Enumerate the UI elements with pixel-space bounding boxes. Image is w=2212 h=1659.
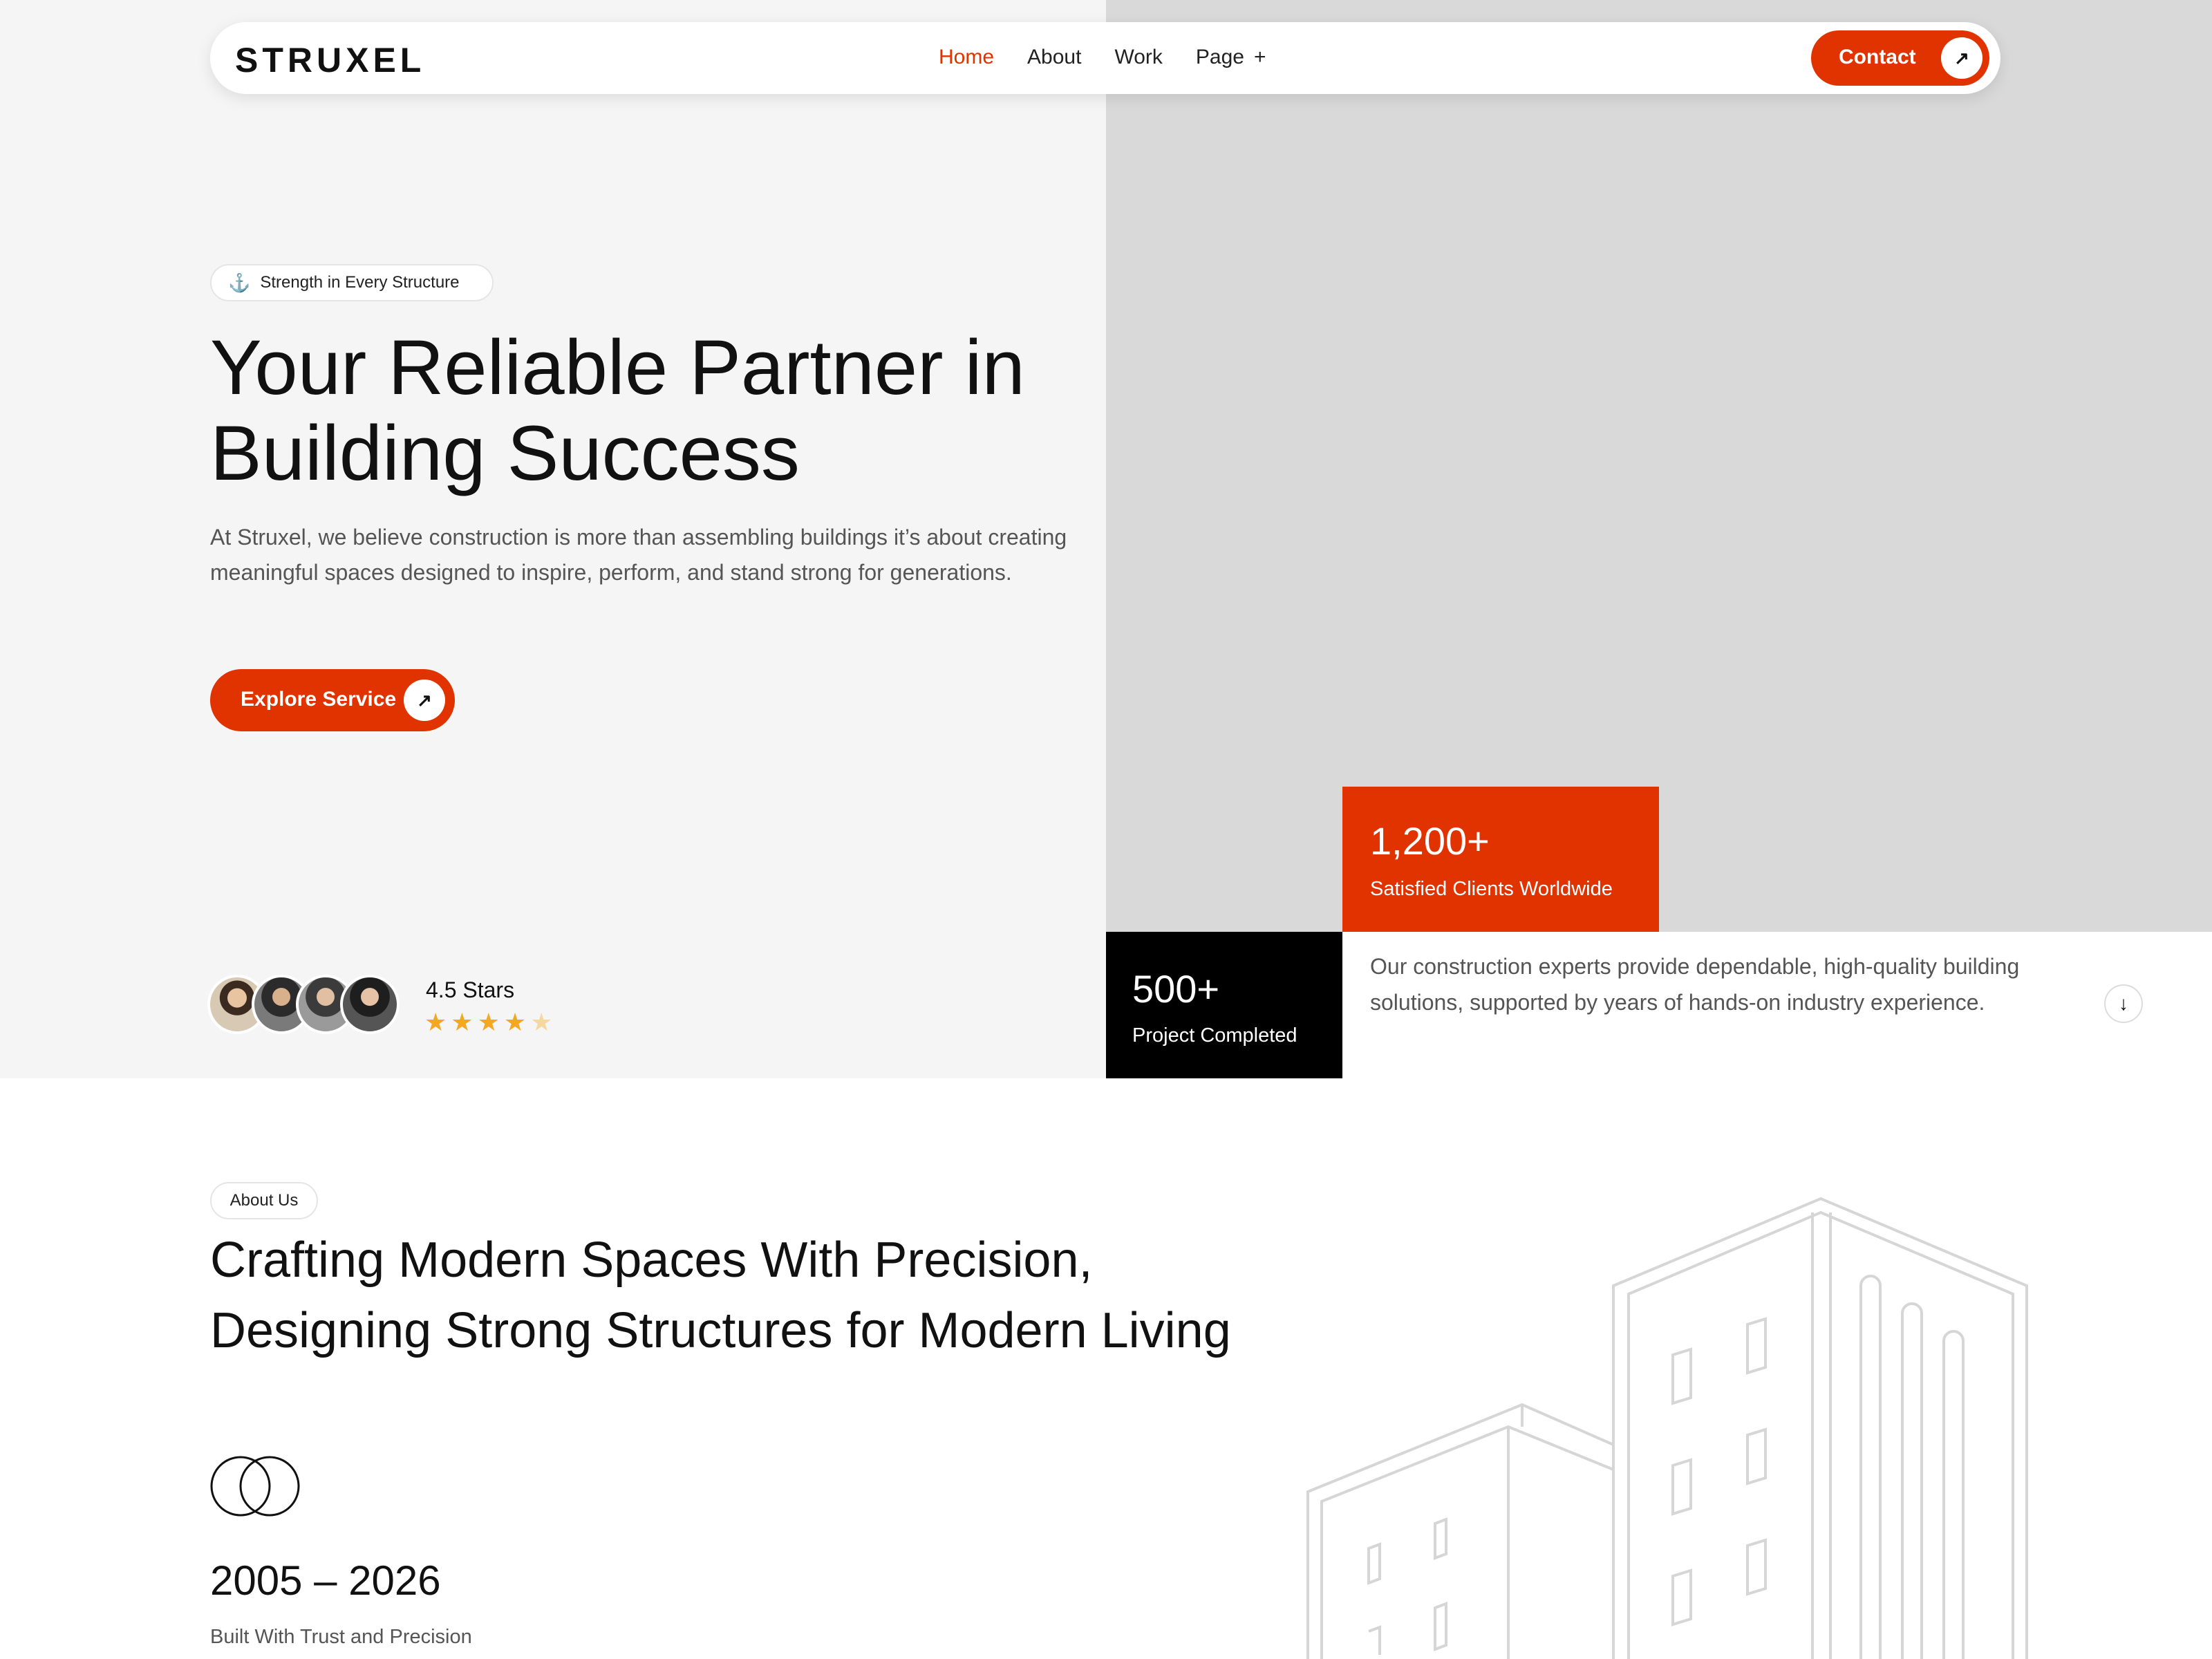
explore-service-label: Explore Service xyxy=(241,688,397,711)
clients-stat: 1,200+ Satisfied Clients Worldwide xyxy=(1342,787,1659,932)
about-tag-label: About Us xyxy=(229,1191,299,1210)
hero-title: Your Reliable Partner in Building Succes… xyxy=(210,325,1109,496)
years-range: 2005 – 2026 xyxy=(210,1557,441,1604)
nav-page-label: Page xyxy=(1195,46,1244,68)
hero-tag: ⚓ Strength in Every Structure xyxy=(210,264,494,301)
star-icon: ★ xyxy=(424,1008,447,1036)
building-outline-illustration xyxy=(1306,1197,2028,1659)
hero-description: At Struxel, we believe construction is m… xyxy=(210,525,1067,585)
contact-button[interactable]: Contact ↗ xyxy=(1811,30,1989,86)
hero-tag-label: Strength in Every Structure xyxy=(260,273,460,292)
projects-stat-value: 500+ xyxy=(1132,967,1220,1011)
hero-image-placeholder xyxy=(1106,0,2212,932)
navbar: STRUXEL Home About Work Page + Contact ↗ xyxy=(210,22,2000,94)
star-icon: ★ xyxy=(530,1008,553,1036)
nav-links: Home About Work Page + xyxy=(939,46,1266,69)
arrow-up-right-icon: ↗ xyxy=(404,679,445,721)
star-rating: ★ ★ ★ ★ ★ xyxy=(424,1008,552,1037)
nav-about[interactable]: About xyxy=(1027,46,1081,69)
nav-work[interactable]: Work xyxy=(1114,46,1162,69)
about-title-line2: Designing Strong Structures for Modern L… xyxy=(210,1303,1231,1358)
avatar xyxy=(340,975,400,1034)
star-icon: ★ xyxy=(451,1008,474,1036)
explore-service-button[interactable]: Explore Service ↗ xyxy=(210,669,455,731)
nav-home[interactable]: Home xyxy=(939,46,994,69)
experts-description: Our construction experts provide dependa… xyxy=(1370,954,2020,1015)
anchor-icon: ⚓ xyxy=(228,272,251,293)
logo[interactable]: STRUXEL xyxy=(235,40,425,80)
clients-stat-label: Satisfied Clients Worldwide xyxy=(1370,878,1613,900)
about-title: Crafting Modern Spaces With Precision, D… xyxy=(210,1225,1316,1366)
clients-stat-value: 1,200+ xyxy=(1370,819,1490,863)
nav-page[interactable]: Page + xyxy=(1196,46,1266,69)
star-icon: ★ xyxy=(477,1008,500,1036)
years-subtitle: Built With Trust and Precision xyxy=(210,1626,472,1648)
arrow-down-icon[interactable]: ↓ xyxy=(2104,984,2143,1023)
contact-button-label: Contact xyxy=(1839,46,1916,68)
arrow-up-right-icon: ↗ xyxy=(1941,37,1983,79)
about-title-line1: Crafting Modern Spaces With Precision, xyxy=(210,1232,1093,1288)
plus-icon: + xyxy=(1253,46,1266,68)
projects-stat: 500+ Project Completed xyxy=(1106,932,1342,1078)
about-tag: About Us xyxy=(210,1182,318,1219)
hero-title-line1: Your Reliable Partner in xyxy=(210,324,1025,411)
rating-label: 4.5 Stars xyxy=(426,977,515,1002)
projects-stat-label: Project Completed xyxy=(1132,1024,1297,1047)
hero-title-line2: Building Success xyxy=(210,410,800,496)
client-avatars xyxy=(207,975,408,1034)
rings-icon xyxy=(210,1456,300,1517)
star-icon: ★ xyxy=(503,1008,527,1036)
